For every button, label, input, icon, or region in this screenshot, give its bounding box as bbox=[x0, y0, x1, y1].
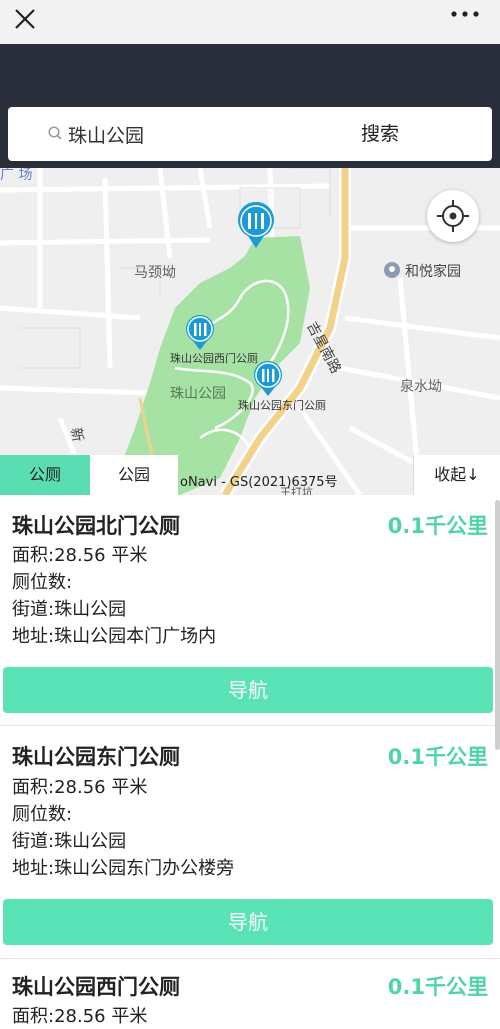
result-area: 面积:28.56 平米 bbox=[12, 545, 148, 566]
result-street: 街道:珠山公园 bbox=[12, 599, 127, 620]
result-address: 地址:珠山公园东门办公楼旁 bbox=[12, 858, 235, 879]
result-stalls: 厕位数: bbox=[12, 572, 73, 593]
map-label-zhushan-park: 珠山公园 bbox=[170, 386, 226, 402]
result-distance: 0.1千公里 bbox=[387, 745, 488, 769]
collapse-button[interactable]: 收起↓ bbox=[413, 455, 500, 495]
result-distance: 0.1千公里 bbox=[387, 975, 488, 999]
close-button[interactable] bbox=[10, 4, 40, 34]
map-label-majingao: 马颈坳 bbox=[134, 265, 176, 281]
results-list[interactable]: 珠山公园北门公厕 0.1千公里 面积:28.56 平米 厕位数: 街道:珠山公园… bbox=[0, 495, 500, 1029]
result-area: 面积:28.56 平米 bbox=[12, 1006, 148, 1027]
more-icon bbox=[451, 11, 479, 17]
map-view[interactable]: 广 场 马颈坳 珠山公园西门公厕 珠山公园 珠山公园东门公厕 泉水坳 吉星南路 … bbox=[0, 168, 500, 495]
navigate-button[interactable]: 导航 bbox=[3, 667, 493, 713]
scrollbar[interactable] bbox=[495, 500, 500, 750]
top-bar bbox=[0, 0, 500, 44]
restroom-marker-icon[interactable] bbox=[184, 314, 216, 352]
result-stalls: 厕位数: bbox=[12, 804, 73, 825]
navigate-button[interactable]: 导航 bbox=[3, 899, 493, 945]
more-button[interactable] bbox=[446, 6, 486, 26]
map-label-fragment: 广 场 bbox=[0, 168, 33, 183]
search-icon bbox=[48, 126, 62, 140]
tab-toilet[interactable]: 公厕 bbox=[0, 455, 90, 495]
result-title: 珠山公园北门公厕 bbox=[12, 514, 180, 538]
search-button[interactable]: 搜索 bbox=[340, 116, 420, 152]
list-item: 珠山公园东门公厕 0.1千公里 面积:28.56 平米 厕位数: 街道:珠山公园… bbox=[0, 726, 500, 958]
list-item: 珠山公园北门公厕 0.1千公里 面积:28.56 平米 厕位数: 街道:珠山公园… bbox=[0, 495, 500, 725]
map-label-xijing-restroom: 珠山公园西门公厕 bbox=[170, 352, 258, 365]
tab-park[interactable]: 公园 bbox=[90, 455, 178, 495]
map-label-quanshuiao: 泉水坳 bbox=[400, 379, 442, 395]
search-input[interactable] bbox=[68, 118, 308, 150]
result-street: 街道:珠山公园 bbox=[12, 831, 127, 852]
location-pin-icon bbox=[384, 262, 400, 278]
map-label-dongmen-restroom: 珠山公园东门公厕 bbox=[238, 399, 326, 412]
map-poi-hexing[interactable]: 和悦家园 bbox=[405, 261, 461, 281]
list-item: 珠山公园西门公厕 0.1千公里 面积:28.56 平米 bbox=[0, 959, 500, 1029]
close-icon bbox=[15, 9, 35, 29]
locate-button[interactable] bbox=[427, 190, 479, 242]
map-copyright: oNavi - GS(2021)6375号 bbox=[180, 475, 338, 490]
result-area: 面积:28.56 平米 bbox=[12, 777, 148, 798]
restroom-marker-icon[interactable] bbox=[252, 360, 284, 398]
restroom-marker-icon[interactable] bbox=[236, 202, 276, 250]
result-distance: 0.1千公里 bbox=[387, 514, 488, 538]
crosshair-icon bbox=[437, 200, 469, 232]
result-address: 地址:珠山公园本门广场内 bbox=[12, 626, 217, 647]
result-title: 珠山公园西门公厕 bbox=[12, 975, 180, 999]
result-title: 珠山公园东门公厕 bbox=[12, 745, 180, 769]
